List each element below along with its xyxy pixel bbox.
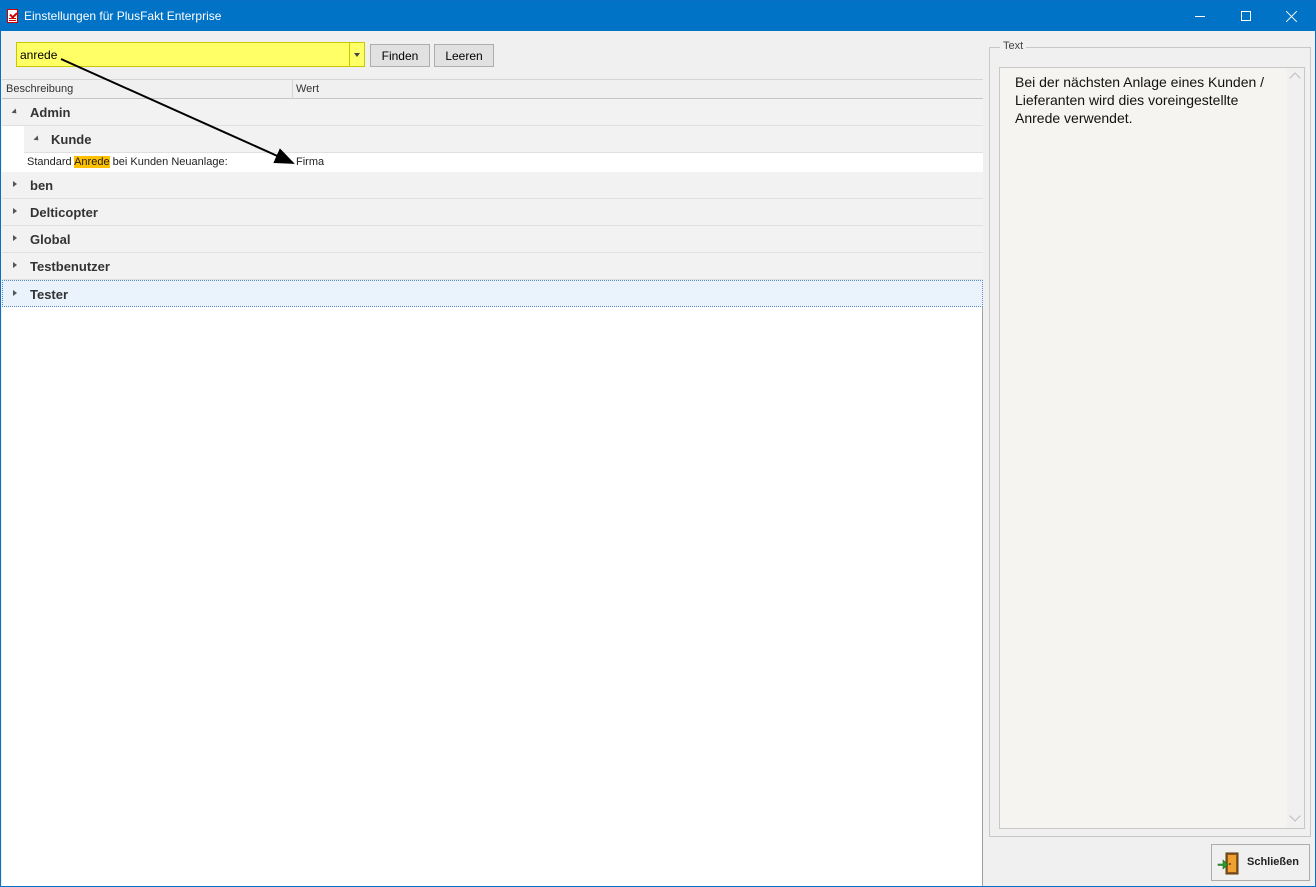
app-checklist-icon [7,9,18,23]
tree-group-testbenutzer[interactable]: Testbenutzer [2,253,983,280]
minimize-icon [1195,15,1205,17]
scroll-down-icon[interactable] [1289,810,1301,822]
setting-row-standard-anrede[interactable]: Standard Anrede bei Kunden Neuanlage: Fi… [24,153,983,172]
settings-tree-panel: Finden Leeren Beschreibung Wert Admin Ku… [2,32,983,886]
close-icon [1286,10,1298,22]
subgroup-label: Kunde [51,132,92,147]
setting-description: Standard Anrede bei Kunden Neuanlage: [27,156,228,168]
search-combobox[interactable] [16,42,365,67]
grid-header: Beschreibung Wert [2,79,983,99]
groupbox-legend: Text [1000,40,1027,52]
maximize-button[interactable] [1223,1,1269,31]
scroll-up-icon[interactable] [1289,72,1301,84]
collapsed-triangle-icon[interactable] [13,290,17,296]
column-divider[interactable] [292,80,293,99]
close-button[interactable]: Schließen [1211,844,1310,881]
collapsed-triangle-icon[interactable] [13,235,17,241]
vertical-scrollbar[interactable] [1287,68,1304,828]
search-bar: Finden Leeren [2,32,983,79]
close-window-button[interactable] [1269,1,1315,31]
minimize-button[interactable] [1177,1,1223,31]
window-title: Einstellungen für PlusFakt Enterprise [24,9,222,23]
group-label: Admin [30,105,71,120]
text-panel: Text Bei der nächsten Anlage eines Kunde… [984,32,1315,886]
title-bar[interactable]: Einstellungen für PlusFakt Enterprise [1,1,1315,31]
expanded-triangle-icon[interactable] [11,108,19,116]
tree-group-global[interactable]: Global [2,226,983,253]
search-input[interactable] [17,43,349,66]
collapsed-triangle-icon[interactable] [13,181,17,187]
chevron-down-icon[interactable] [349,43,364,66]
clear-button[interactable]: Leeren [434,44,494,67]
tree-group-admin[interactable]: Admin [2,99,983,126]
collapsed-triangle-icon[interactable] [13,262,17,268]
find-button[interactable]: Finden [370,44,430,67]
search-match-highlight: Anrede [74,156,110,168]
tree-group-delticopter[interactable]: Delticopter [2,199,983,226]
expanded-triangle-icon[interactable] [33,135,41,143]
description-text: Bei der nächsten Anlage eines Kunden / L… [1015,74,1265,126]
exit-door-icon [1217,852,1239,875]
description-textbox[interactable]: Bei der nächsten Anlage eines Kunden / L… [999,67,1305,829]
column-header-value[interactable]: Wert [296,83,319,95]
setting-desc-before: Standard [27,156,75,168]
maximize-icon [1241,11,1251,21]
close-button-label: Schließen [1247,856,1299,868]
tree-group-ben[interactable]: ben [2,172,983,199]
group-label: Testbenutzer [30,259,110,274]
group-label: Tester [30,287,69,302]
tree-group-tester[interactable]: Tester [2,280,983,307]
text-groupbox: Text Bei der nächsten Anlage eines Kunde… [989,40,1311,837]
column-header-description[interactable]: Beschreibung [6,83,73,95]
group-label: Delticopter [30,205,98,220]
group-label: ben [30,178,54,193]
group-label: Global [30,232,71,247]
setting-value[interactable]: Firma [296,156,324,168]
setting-desc-after: bei Kunden Neuanlage: [109,156,228,168]
tree-subgroup-kunde[interactable]: Kunde [24,126,983,153]
collapsed-triangle-icon[interactable] [13,208,17,214]
settings-window: Einstellungen für PlusFakt Enterprise Fi… [0,0,1316,887]
